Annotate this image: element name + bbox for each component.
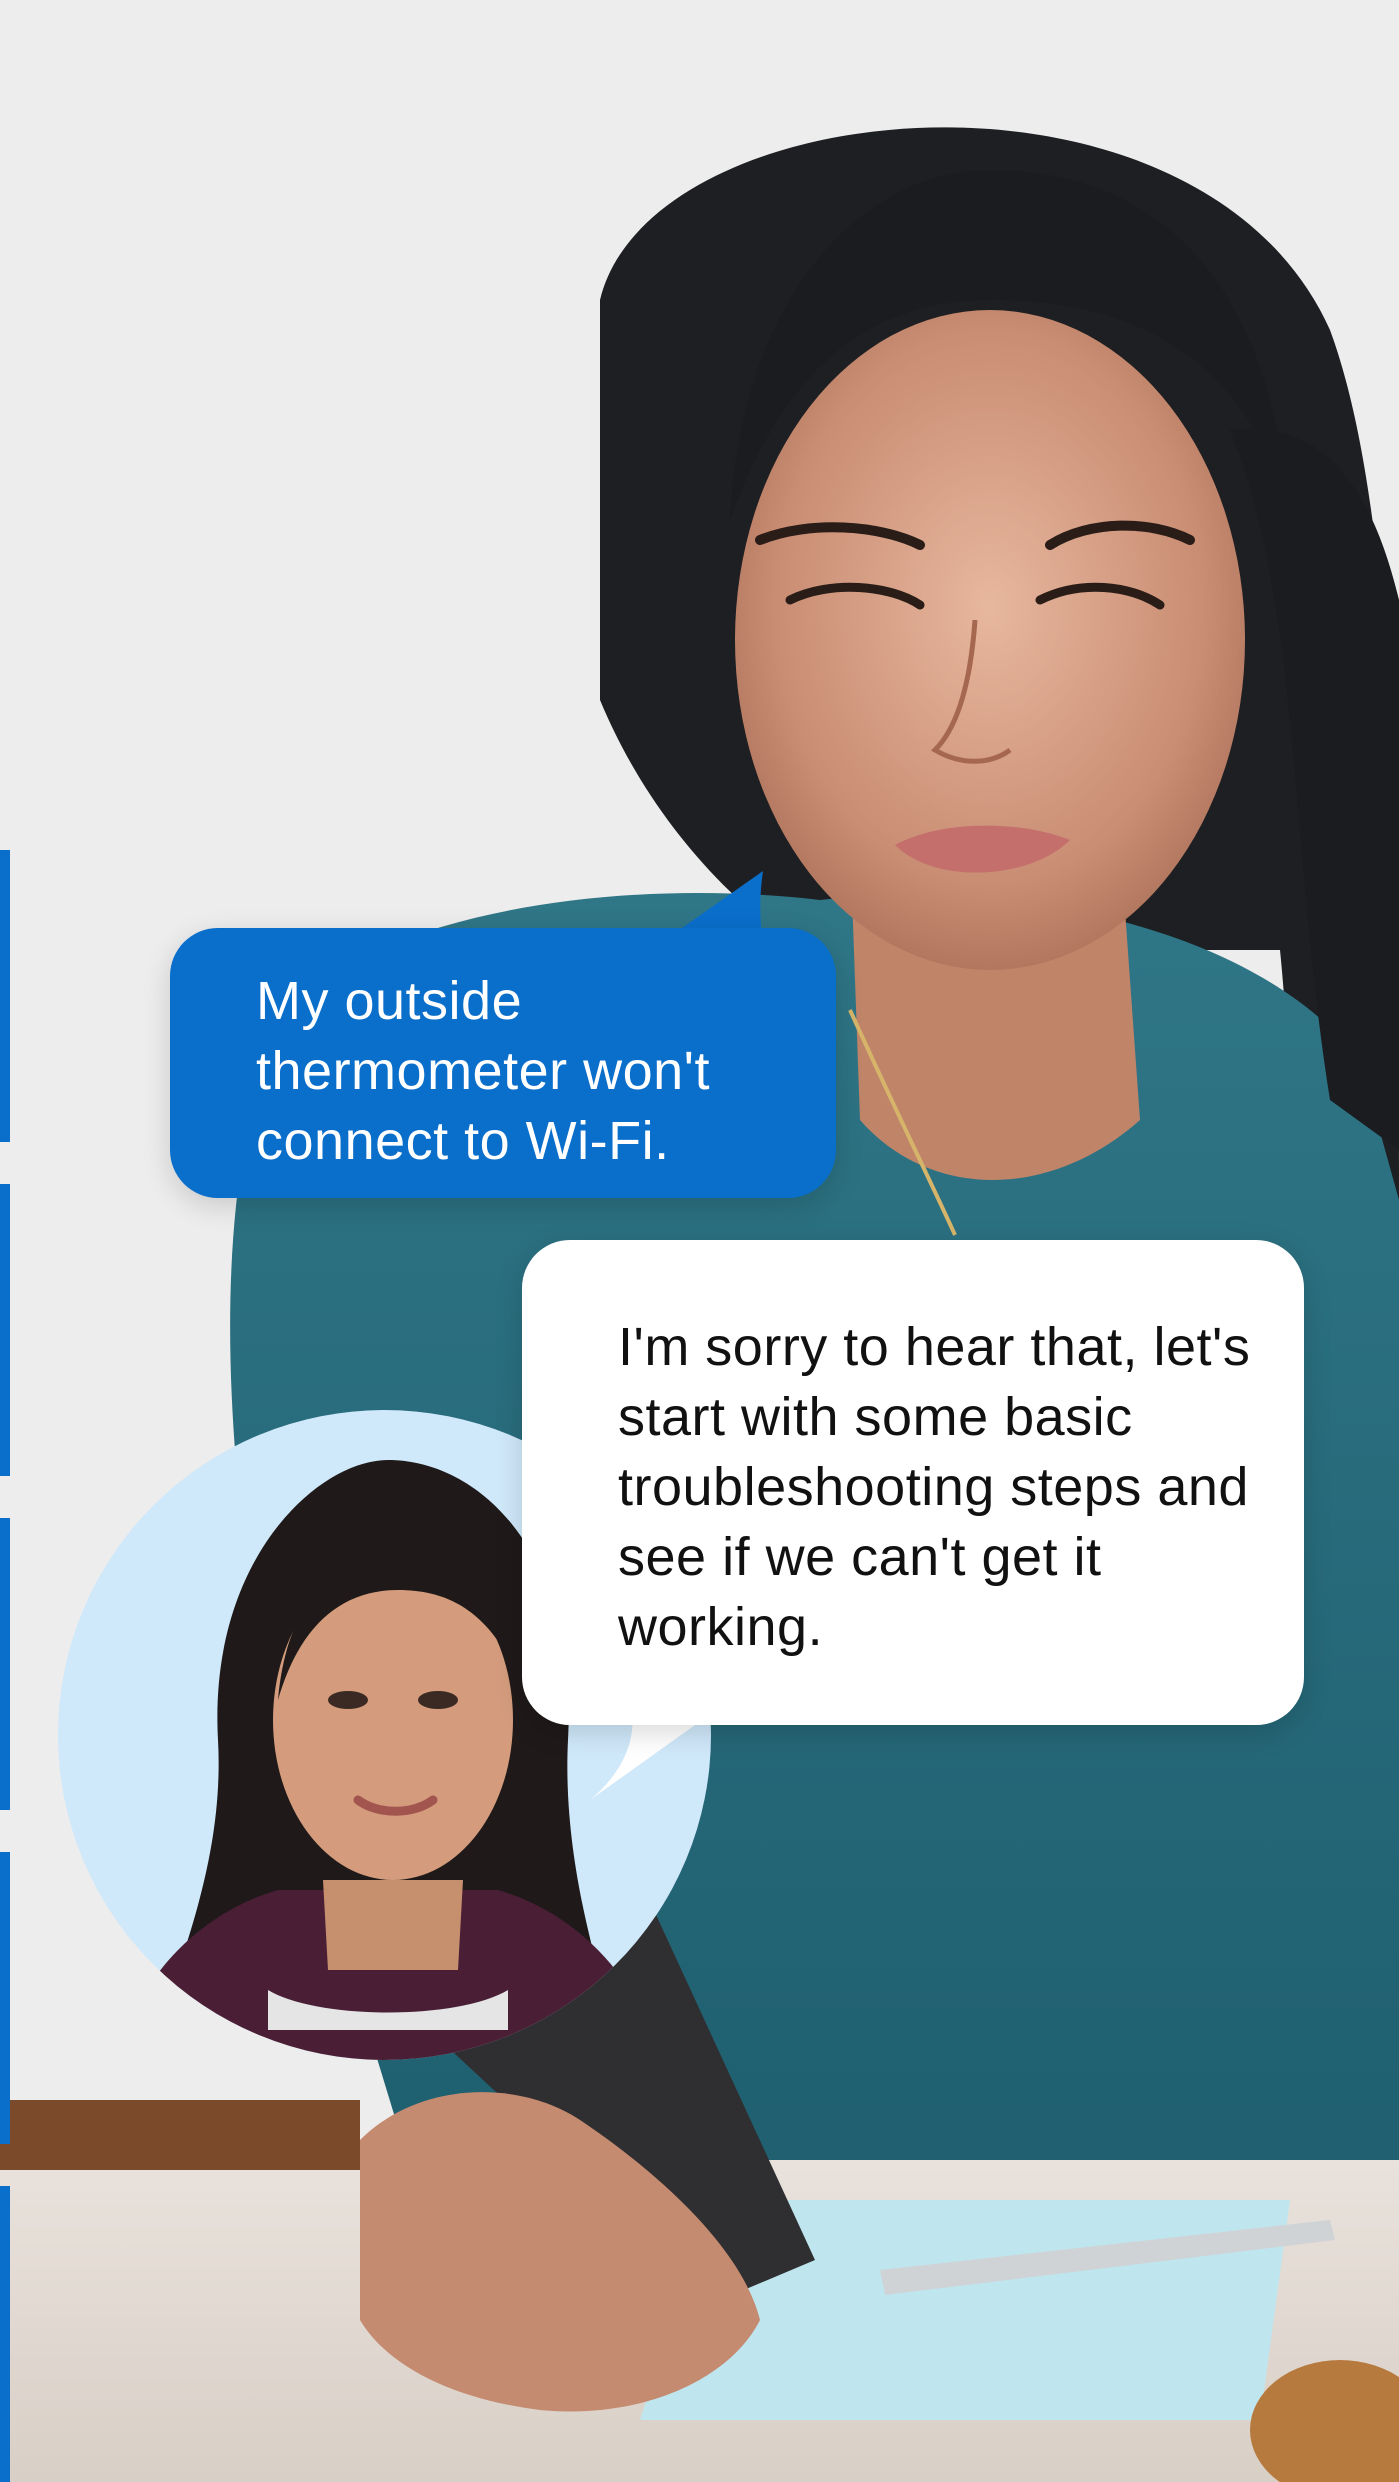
left-accent-bar-2 xyxy=(0,1184,10,1476)
user-message-bubble: My outside thermometer won't connect to … xyxy=(170,928,836,1198)
agent-message-bubble: I'm sorry to hear that, let's start with… xyxy=(522,1240,1304,1725)
left-accent-bar-1 xyxy=(0,850,10,1142)
left-accent-bar-3 xyxy=(0,1518,10,1810)
left-accent-bar-4 xyxy=(0,1852,10,2144)
left-accent-bar-5 xyxy=(0,2186,10,2482)
agent-message-text: I'm sorry to hear that, let's start with… xyxy=(618,1317,1251,1657)
user-message-text: My outside thermometer won't connect to … xyxy=(256,971,710,1171)
